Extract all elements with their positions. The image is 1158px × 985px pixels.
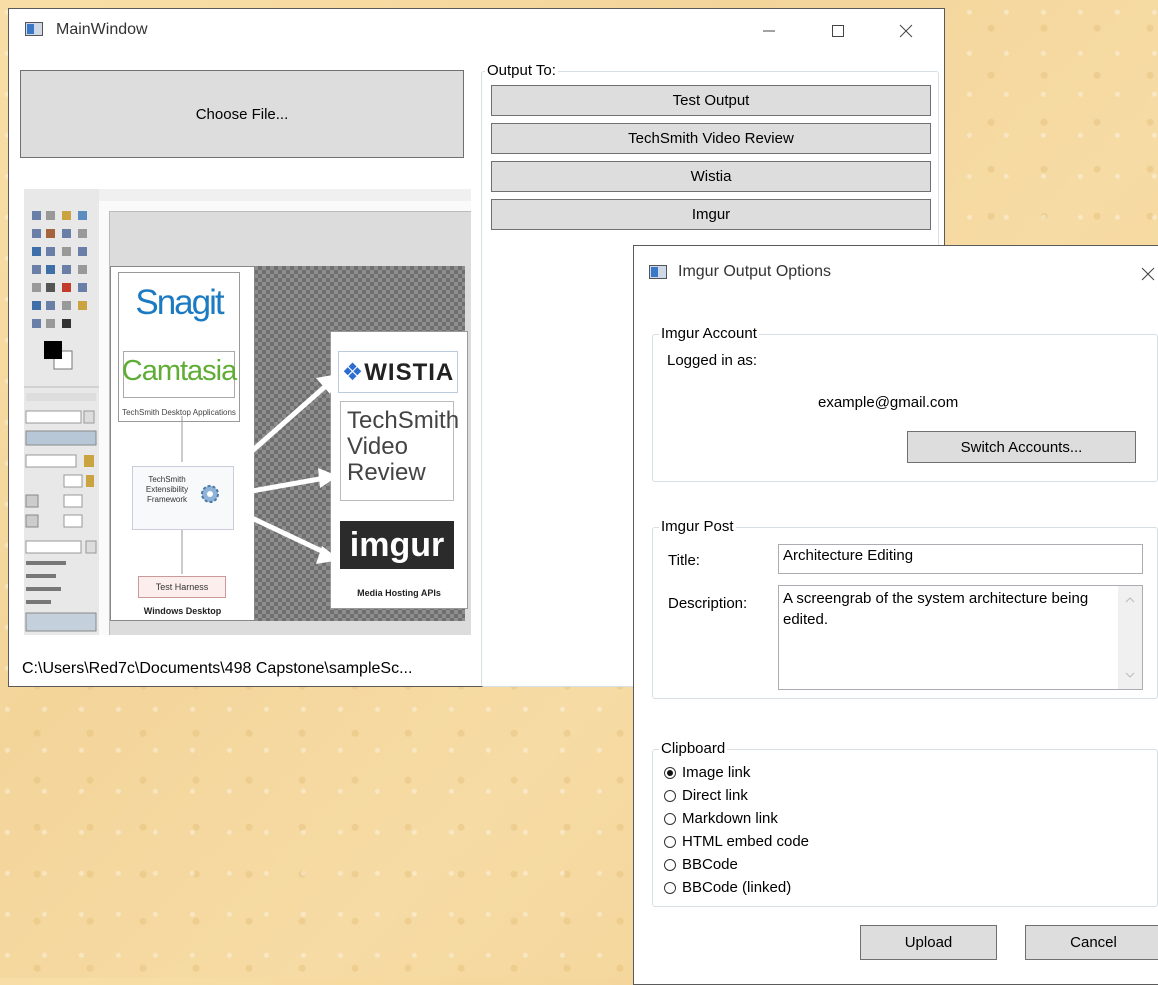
preview-toolbox bbox=[24, 189, 99, 635]
radio-markdown-link[interactable]: Markdown link bbox=[664, 808, 778, 829]
output-techsmith-video-review-button[interactable]: TechSmith Video Review bbox=[491, 123, 931, 154]
cancel-button[interactable]: Cancel bbox=[1025, 925, 1158, 960]
maximize-button[interactable] bbox=[815, 9, 861, 53]
logged-in-label: Logged in as: bbox=[667, 352, 758, 369]
account-group-label: Imgur Account bbox=[659, 324, 759, 344]
radio-button-selected[interactable] bbox=[664, 766, 676, 779]
output-wistia-button[interactable]: Wistia bbox=[491, 161, 931, 192]
main-window-title: MainWindow bbox=[56, 21, 148, 38]
output-group-label: Output To: bbox=[485, 61, 558, 81]
account-email: example@gmail.com bbox=[818, 394, 959, 411]
radio-button[interactable] bbox=[664, 812, 676, 825]
radio-label: HTML embed code bbox=[682, 833, 810, 850]
radio-bbcode-linked[interactable]: BBCode (linked) bbox=[664, 877, 791, 898]
preview-menubar bbox=[99, 189, 471, 201]
radio-label: Image link bbox=[682, 764, 751, 781]
upload-button[interactable]: Upload bbox=[860, 925, 997, 960]
radio-button[interactable] bbox=[664, 835, 676, 848]
output-test-button[interactable]: Test Output bbox=[491, 85, 931, 116]
maximize-icon bbox=[832, 25, 844, 37]
image-preview: Snagit Camtasia TechSmith Desktop Applic… bbox=[24, 189, 471, 635]
preview-image: Snagit Camtasia TechSmith Desktop Applic… bbox=[110, 266, 468, 621]
close-icon bbox=[1141, 267, 1155, 281]
scrollbar-arrows bbox=[1125, 597, 1135, 678]
radio-button[interactable] bbox=[664, 858, 676, 871]
radio-bbcode[interactable]: BBCode bbox=[664, 854, 738, 875]
dialog-titlebar[interactable]: Imgur Output Options bbox=[634, 246, 1158, 290]
preview-ruler bbox=[99, 201, 471, 212]
diagram-arrows bbox=[181, 374, 340, 574]
radio-direct-link[interactable]: Direct link bbox=[664, 785, 748, 806]
radio-button[interactable] bbox=[664, 881, 676, 894]
radio-html-embed[interactable]: HTML embed code bbox=[664, 831, 809, 852]
radio-image-link[interactable]: Image link bbox=[664, 762, 750, 783]
description-label: Description: bbox=[668, 595, 748, 612]
imgur-options-dialog: Imgur Output Options Imgur Account Logge… bbox=[633, 245, 1158, 985]
output-imgur-button[interactable]: Imgur bbox=[491, 199, 931, 230]
minimize-button[interactable] bbox=[746, 9, 792, 53]
main-titlebar[interactable]: MainWindow bbox=[9, 9, 944, 53]
dialog-app-icon bbox=[649, 265, 667, 279]
close-button[interactable] bbox=[883, 9, 929, 53]
preview-canvas-area: Snagit Camtasia TechSmith Desktop Applic… bbox=[99, 189, 471, 635]
clipboard-group-label: Clipboard bbox=[659, 739, 728, 759]
description-scrollbar[interactable] bbox=[1118, 586, 1142, 689]
preview-ruler-vertical bbox=[99, 211, 110, 635]
switch-accounts-button[interactable]: Switch Accounts... bbox=[907, 431, 1136, 463]
title-input[interactable]: Architecture Editing bbox=[778, 544, 1143, 574]
dialog-close-button[interactable] bbox=[1125, 252, 1158, 296]
title-label: Title: bbox=[668, 552, 700, 569]
post-group-label: Imgur Post bbox=[659, 517, 736, 537]
minimize-icon bbox=[763, 30, 775, 32]
radio-label: BBCode bbox=[682, 856, 738, 873]
dialog-title: Imgur Output Options bbox=[678, 263, 831, 280]
radio-button[interactable] bbox=[664, 789, 676, 802]
choose-file-button[interactable]: Choose File... bbox=[20, 70, 464, 158]
close-icon bbox=[899, 24, 913, 38]
window-app-icon bbox=[25, 22, 43, 36]
file-path-label: C:\Users\Red7c\Documents\498 Capstone\sa… bbox=[22, 660, 413, 677]
toolbox-icons bbox=[24, 211, 99, 632]
description-input[interactable]: A screengrab of the system architecture … bbox=[778, 585, 1143, 690]
radio-label: Markdown link bbox=[682, 810, 778, 827]
radio-label: BBCode (linked) bbox=[682, 879, 792, 896]
radio-label: Direct link bbox=[682, 787, 748, 804]
